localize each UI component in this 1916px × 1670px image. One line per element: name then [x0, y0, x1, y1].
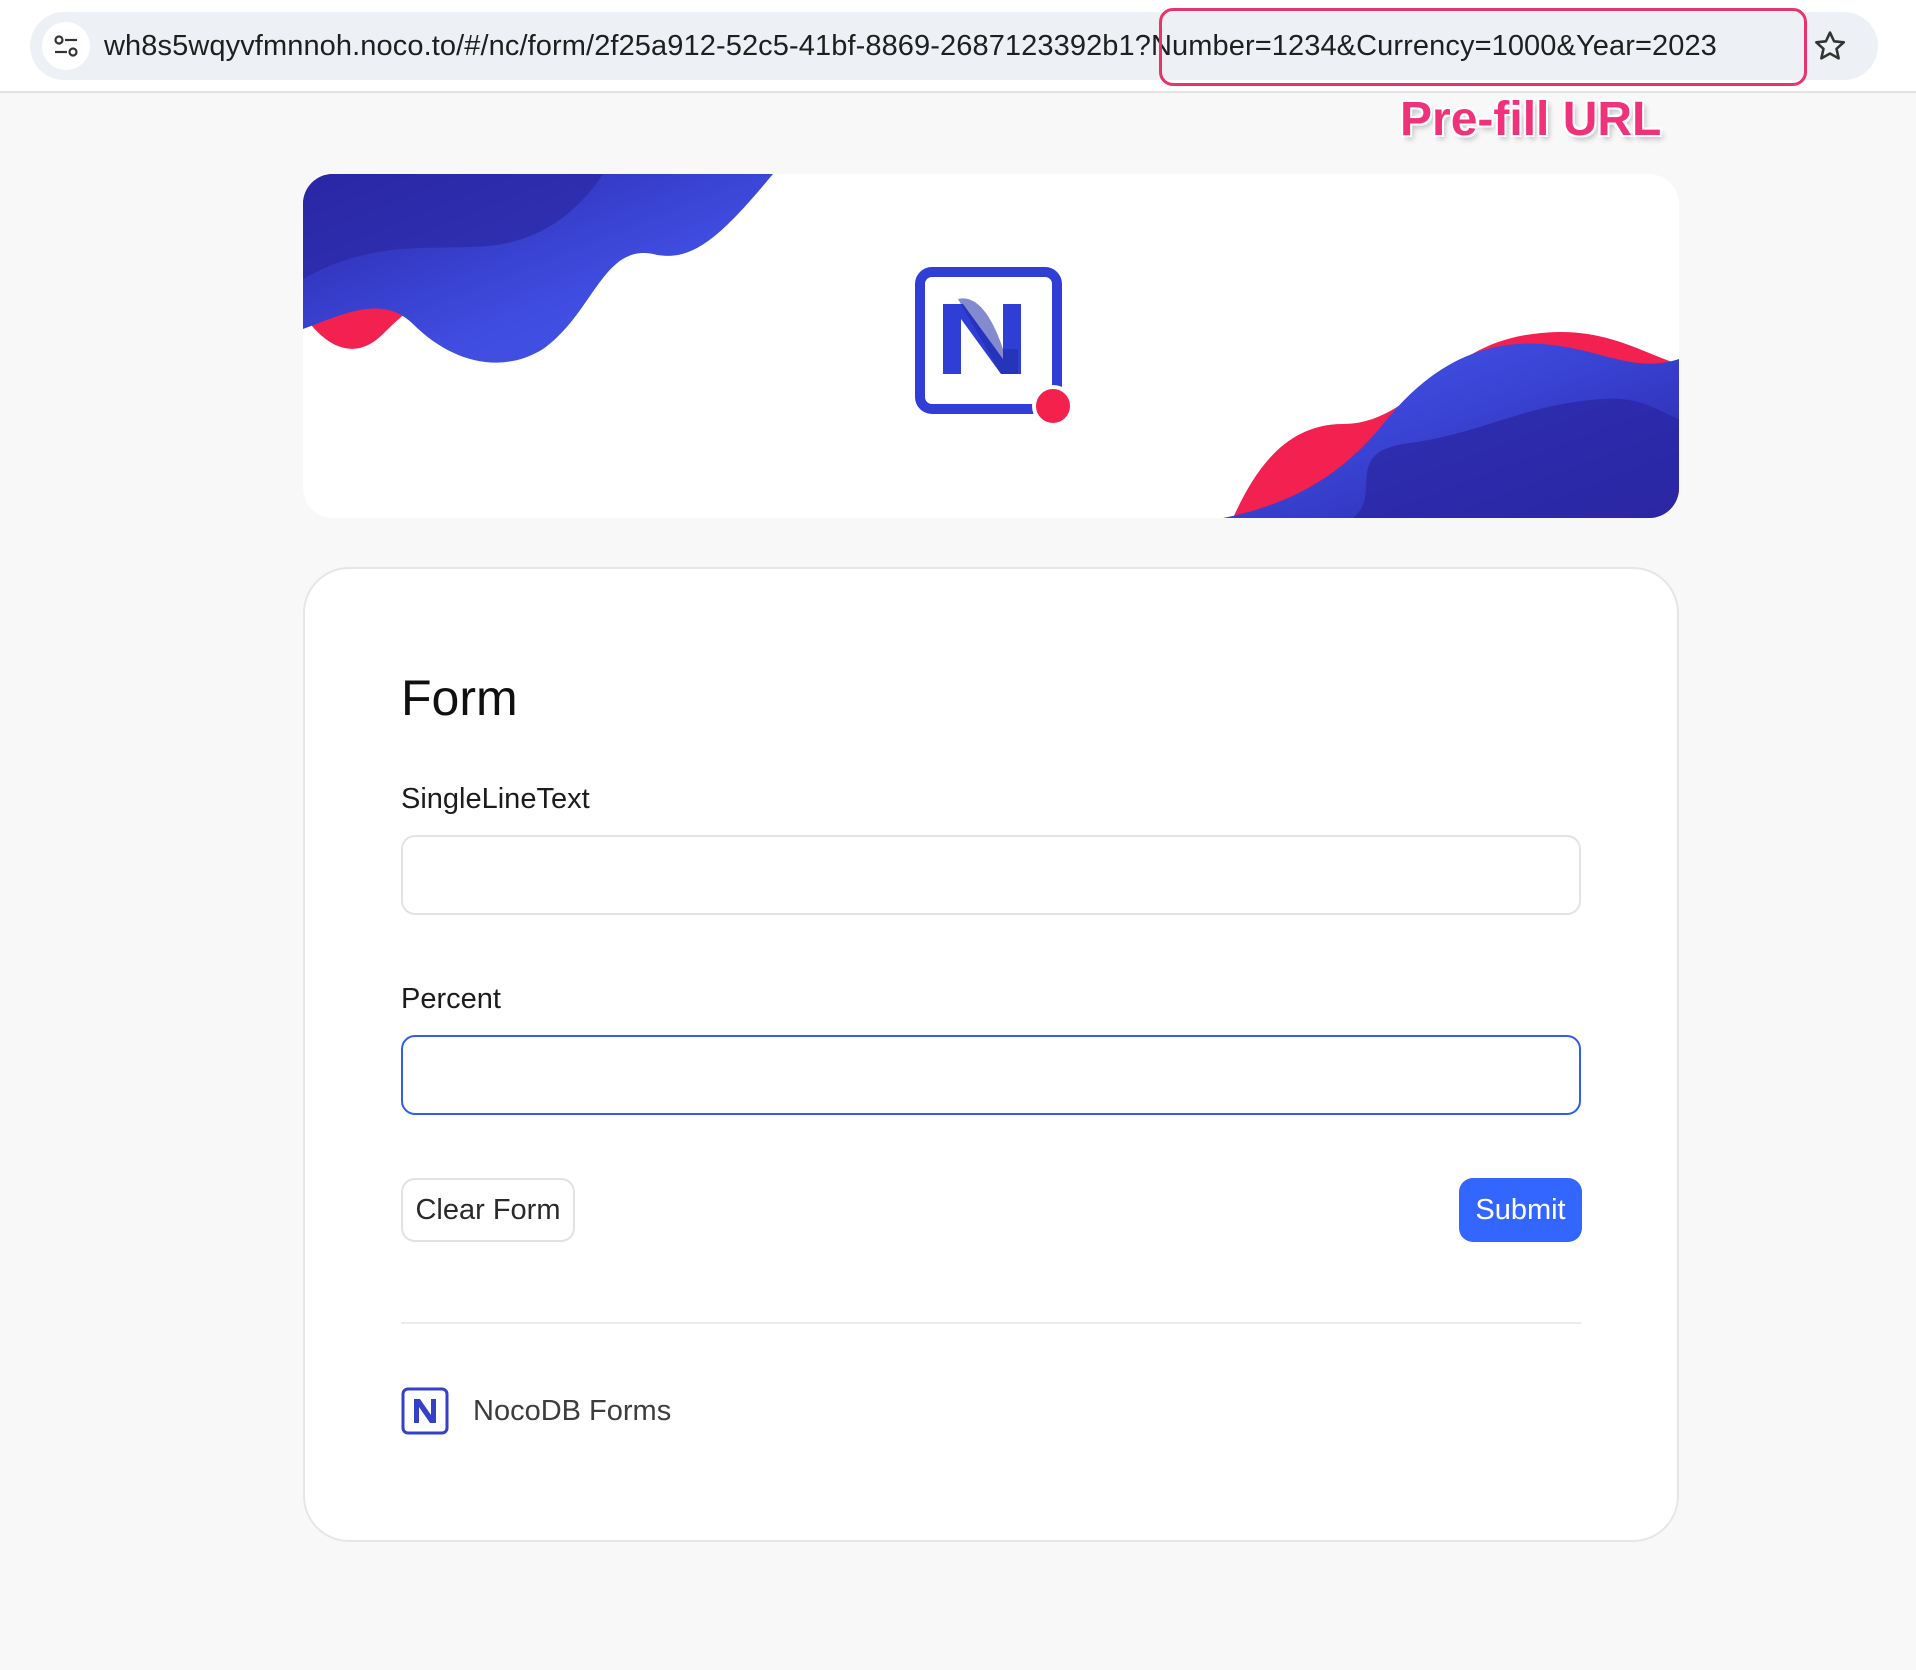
singlelinetext-input[interactable] [401, 835, 1581, 915]
banner-waves [303, 174, 1679, 518]
star-icon[interactable] [1810, 26, 1850, 66]
prefill-highlight-box [1159, 8, 1807, 86]
form-banner [303, 174, 1679, 518]
prefill-annotation-label: Pre-fill URL [1400, 93, 1662, 146]
nocodb-footer-icon [401, 1387, 449, 1435]
footer-brand-text: NocoDB Forms [473, 1395, 672, 1427]
footer-divider [401, 1322, 1581, 1324]
percent-input[interactable] [401, 1035, 1581, 1115]
clear-form-button[interactable]: Clear Form [401, 1178, 575, 1242]
submit-button[interactable]: Submit [1459, 1178, 1582, 1242]
nocodb-logo [915, 267, 1074, 427]
percent-label: Percent [401, 983, 501, 1015]
form-title: Form [401, 670, 518, 726]
tune-icon[interactable] [42, 22, 90, 70]
singlelinetext-label: SingleLineText [401, 783, 590, 815]
form-card: Form SingleLineText Percent Clear Form S… [303, 567, 1679, 1542]
